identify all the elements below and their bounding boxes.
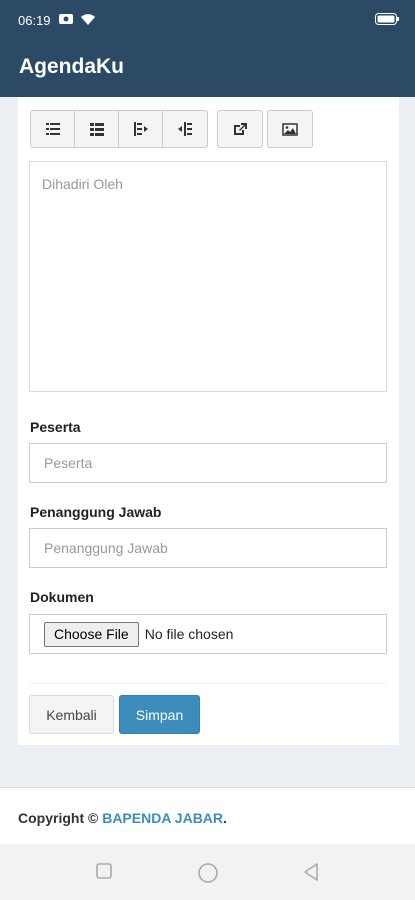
list-button-group bbox=[30, 110, 208, 148]
peserta-placeholder: Peserta bbox=[44, 455, 93, 471]
app-bar: AgendaKu bbox=[0, 40, 415, 97]
back-nav-icon[interactable] bbox=[302, 862, 320, 882]
ordered-list-icon bbox=[89, 123, 104, 136]
system-nav-bar bbox=[0, 844, 415, 900]
link-icon bbox=[234, 123, 247, 135]
peserta-label: Peserta bbox=[30, 419, 81, 435]
image-button-group bbox=[267, 110, 313, 148]
status-bar: 06:19 bbox=[0, 0, 415, 40]
choose-file-button[interactable]: Choose File bbox=[44, 621, 139, 647]
unordered-list-icon bbox=[45, 123, 60, 135]
dokumen-file-input: Choose File No file chosen bbox=[29, 614, 387, 654]
indent-icon bbox=[178, 122, 192, 136]
penanggung-jawab-input[interactable]: Penanggung Jawab bbox=[29, 528, 387, 568]
image-button[interactable] bbox=[268, 111, 312, 147]
image-icon bbox=[282, 123, 298, 136]
notification-icon bbox=[59, 14, 73, 24]
copyright-suffix: . bbox=[223, 810, 227, 826]
recent-apps-icon[interactable] bbox=[95, 862, 113, 880]
no-file-text: No file chosen bbox=[144, 626, 234, 642]
back-button[interactable]: Kembali bbox=[29, 695, 114, 734]
form-divider bbox=[29, 683, 387, 684]
unordered-list-button[interactable] bbox=[31, 111, 75, 147]
status-time: 06:19 bbox=[18, 13, 51, 28]
brand-link[interactable]: BAPENDA JABAR bbox=[102, 810, 223, 826]
battery-icon bbox=[375, 13, 399, 25]
penanggung-jawab-placeholder: Penanggung Jawab bbox=[44, 540, 168, 556]
link-button-group bbox=[217, 110, 263, 148]
ordered-list-button[interactable] bbox=[75, 111, 119, 147]
outdent-button[interactable] bbox=[119, 111, 163, 147]
copyright-text: Copyright © BAPENDA JABAR. bbox=[18, 810, 227, 826]
footer: Copyright © BAPENDA JABAR. bbox=[0, 787, 415, 844]
outdent-icon bbox=[133, 122, 148, 136]
attendees-placeholder: Dihadiri Oleh bbox=[42, 176, 123, 192]
penanggung-jawab-label: Penanggung Jawab bbox=[30, 504, 162, 520]
wifi-icon bbox=[81, 14, 95, 25]
app-title: AgendaKu bbox=[19, 55, 124, 78]
link-button[interactable] bbox=[218, 111, 262, 147]
peserta-input[interactable]: Peserta bbox=[29, 443, 387, 483]
copyright-prefix: Copyright © bbox=[18, 810, 103, 826]
dokumen-label: Dokumen bbox=[30, 589, 94, 605]
indent-button[interactable] bbox=[163, 111, 207, 147]
save-button[interactable]: Simpan bbox=[119, 695, 200, 734]
form-card: Dihadiri Oleh Peserta Peserta Penanggung… bbox=[18, 97, 399, 745]
attendees-textarea[interactable]: Dihadiri Oleh bbox=[29, 161, 387, 392]
home-icon[interactable] bbox=[197, 862, 219, 884]
